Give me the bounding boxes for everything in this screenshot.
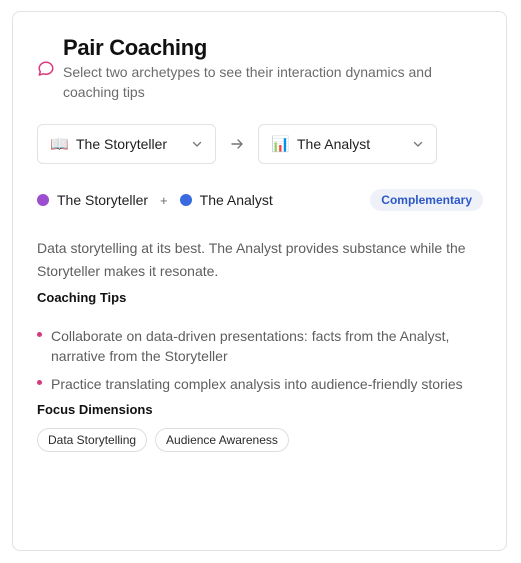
storyteller-color-dot — [37, 194, 49, 206]
first-archetype-value: The Storyteller — [76, 136, 168, 152]
dimension-chip: Data Storytelling — [37, 428, 148, 452]
archetype-selectors: 📖 The Storyteller 📊 The Analyst — [37, 124, 437, 164]
focus-dimensions-title: Focus Dimensions — [37, 402, 153, 417]
tip-text: Practice translating complex analysis in… — [51, 376, 463, 392]
page-title: Pair Coaching — [63, 35, 208, 60]
tip-text: Collaborate on data-driven presentations… — [51, 328, 450, 364]
list-item: Practice translating complex analysis in… — [37, 374, 487, 394]
chevron-down-icon — [192, 141, 202, 147]
list-item: Collaborate on data-driven presentations… — [37, 326, 487, 366]
book-icon: 📖 — [50, 136, 69, 153]
bar-chart-icon: 📊 — [271, 136, 290, 153]
coaching-tips-list: Collaborate on data-driven presentations… — [37, 326, 487, 402]
arrow-right-icon — [216, 137, 258, 151]
coaching-tips-title: Coaching Tips — [37, 290, 127, 305]
chevron-down-icon — [413, 141, 423, 147]
pair-second-name: The Analyst — [199, 192, 273, 208]
dimension-chip: Audience Awareness — [155, 428, 289, 452]
second-archetype-value: The Analyst — [297, 136, 371, 152]
pair-summary: The Storyteller + The Analyst Complement… — [37, 188, 483, 212]
bullet-icon — [37, 332, 42, 337]
pair-coaching-card: Pair Coaching Select two archetypes to s… — [12, 11, 507, 551]
header: Pair Coaching Select two archetypes to s… — [37, 35, 463, 102]
pair-description: Data storytelling at its best. The Analy… — [37, 240, 466, 279]
plus-sign: + — [160, 192, 168, 208]
pair-first-name: The Storyteller — [57, 192, 149, 208]
focus-dimensions-chips: Data Storytelling Audience Awareness — [37, 428, 297, 452]
bullet-icon — [37, 380, 42, 385]
chat-bubble-icon — [38, 61, 54, 76]
relationship-badge: Complementary — [370, 189, 483, 211]
page-subtitle: Select two archetypes to see their inter… — [63, 64, 432, 100]
second-archetype-select[interactable]: 📊 The Analyst — [258, 124, 437, 164]
analyst-color-dot — [179, 194, 192, 206]
first-archetype-select[interactable]: 📖 The Storyteller — [37, 124, 216, 164]
